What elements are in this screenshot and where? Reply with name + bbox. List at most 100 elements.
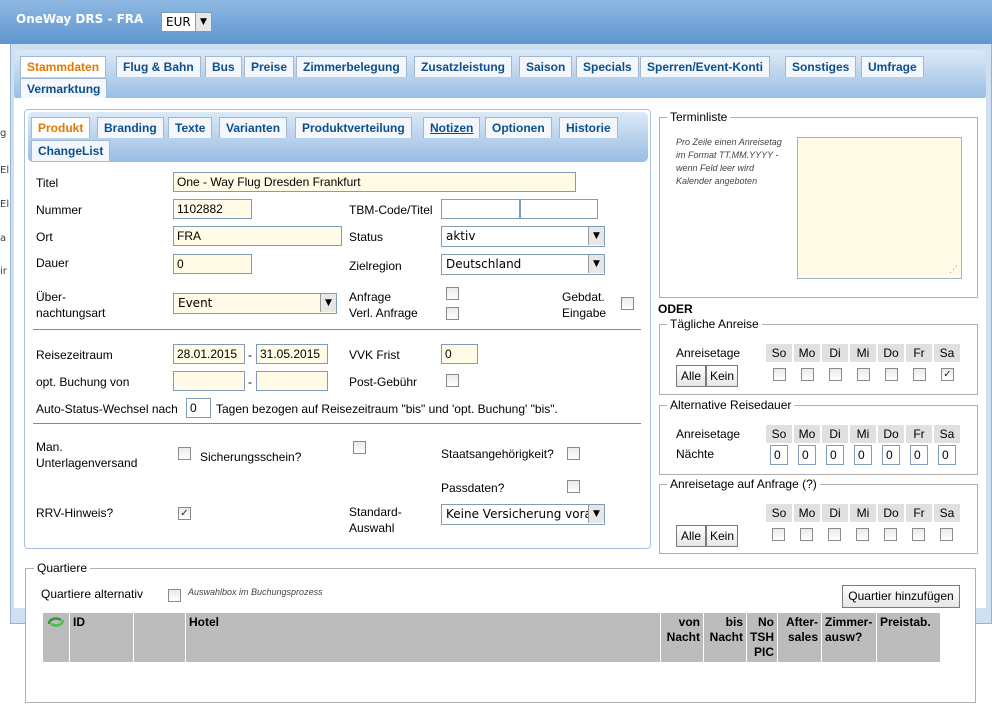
naechte-input-mo[interactable]: 0	[798, 445, 816, 465]
tab-zimmerbelegung[interactable]: Zimmerbelegung	[296, 56, 407, 77]
subtab-varianten[interactable]: Varianten	[219, 117, 288, 138]
uebernachtungsart-select[interactable]: Event ▼	[173, 293, 337, 314]
anfrage-checkbox-do[interactable]	[884, 528, 897, 541]
day-header-di: Di	[822, 504, 848, 522]
tab-flug-bahn[interactable]: Flug & Bahn	[116, 56, 201, 77]
opt-buchung-from-input[interactable]	[173, 371, 245, 391]
terminliste-hint: Pro Zeile einen Anreisetag im Format TT.…	[676, 137, 782, 186]
naechte-input-mi[interactable]: 0	[854, 445, 872, 465]
tab-vermarktung[interactable]: Vermarktung	[20, 78, 108, 99]
standard-auswahl-select[interactable]: Keine Versicherung vorau ▼	[441, 504, 605, 525]
anfrage-checkbox[interactable]	[446, 287, 459, 300]
subtab-optionen[interactable]: Optionen	[485, 117, 552, 138]
app-title: OneWay DRS - FRA	[16, 12, 144, 26]
day-header-sa: Sa	[934, 344, 960, 362]
currency-select[interactable]: EUR ▼	[161, 12, 212, 32]
status-select[interactable]: aktiv ▼	[441, 226, 605, 247]
gebdat-checkbox[interactable]	[621, 297, 634, 310]
tbm-code-input[interactable]	[441, 199, 520, 219]
anfrage-checkbox-mo[interactable]	[800, 528, 813, 541]
subtab-notizen[interactable]: Notizen	[423, 117, 481, 138]
subtab-branding[interactable]: Branding	[97, 117, 164, 138]
taeglich-checkbox-so[interactable]	[773, 368, 786, 381]
alle-button[interactable]: Alle	[676, 525, 706, 547]
tab-zusatzleistung[interactable]: Zusatzleistung	[414, 56, 513, 77]
reisezeitraum-to-input[interactable]: 31.05.2015	[256, 344, 328, 364]
quartier-hinzufuegen-button[interactable]: Quartier hinzufügen	[842, 585, 960, 608]
chevron-down-icon: ▼	[588, 505, 604, 523]
anfrage-checkbox-di[interactable]	[828, 528, 841, 541]
taeglich-checkbox-fr[interactable]	[913, 368, 926, 381]
tab-stammdaten[interactable]: Stammdaten	[20, 56, 107, 77]
edge-fragment: g	[0, 128, 7, 139]
tbm-titel-input[interactable]	[520, 199, 598, 219]
app-header: OneWay DRS - FRA EUR ▼	[0, 0, 992, 44]
taeglich-checkbox-mi[interactable]	[857, 368, 870, 381]
column-header-blank	[134, 613, 185, 662]
naechte-input-di[interactable]: 0	[826, 445, 844, 465]
naechte-input-so[interactable]: 0	[770, 445, 788, 465]
taeglich-checkbox-mo[interactable]	[801, 368, 814, 381]
man-unterlagen-label-1: Man.	[36, 440, 63, 454]
auto-status-input[interactable]: 0	[186, 398, 211, 418]
subtab-texte[interactable]: Texte	[168, 117, 213, 138]
ort-input[interactable]: FRA	[173, 226, 342, 246]
dauer-input[interactable]: 0	[173, 254, 252, 274]
kein-button[interactable]: Kein	[706, 365, 738, 387]
naechte-input-fr[interactable]: 0	[910, 445, 928, 465]
day-header-so: So	[766, 344, 792, 362]
sicherungsschein-checkbox[interactable]	[353, 441, 366, 454]
subtab-produkt[interactable]: Produkt	[31, 117, 91, 138]
anfrage-checkbox-so[interactable]	[772, 528, 785, 541]
refresh-column[interactable]	[43, 613, 69, 662]
naechte-input-sa[interactable]: 0	[938, 445, 956, 465]
anfrage-checkbox-sa[interactable]	[940, 528, 953, 541]
taeglich-checkbox-do[interactable]	[885, 368, 898, 381]
zielregion-select[interactable]: Deutschland ▼	[441, 254, 605, 275]
tab-sonstiges[interactable]: Sonstiges	[785, 56, 857, 77]
vvk-label: VVK Frist	[349, 348, 400, 362]
auswahlbox-hint: Auswahlbox im Buchungsprozess	[188, 587, 323, 597]
tab-sperren-event-konti[interactable]: Sperren/Event-Konti	[640, 56, 771, 77]
subtab-produktverteilung[interactable]: Produktverteilung	[295, 117, 412, 138]
opt-buchung-to-input[interactable]	[256, 371, 328, 391]
staatsangehoerigkeit-checkbox[interactable]	[567, 447, 580, 460]
anfrage-label: Anfrage	[349, 290, 392, 304]
resize-handle-icon[interactable]: ⋰	[949, 265, 958, 275]
taeglich-checkbox-di[interactable]	[829, 368, 842, 381]
quartiere-alternativ-checkbox[interactable]	[168, 589, 181, 602]
rrv-checkbox[interactable]: ✓	[178, 507, 191, 520]
terminliste-legend: Terminliste	[667, 110, 731, 124]
subtab-changelist[interactable]: ChangeList	[31, 140, 111, 161]
day-header-fr: Fr	[906, 344, 932, 362]
verl-anfrage-checkbox[interactable]	[446, 307, 459, 320]
tab-preise[interactable]: Preise	[244, 56, 295, 77]
tab-specials[interactable]: Specials	[576, 56, 639, 77]
kein-button[interactable]: Kein	[706, 525, 738, 547]
gebdat-label-1: Gebdat.	[562, 290, 605, 304]
anfrage-checkbox-fr[interactable]	[912, 528, 925, 541]
passdaten-label: Passdaten?	[441, 481, 505, 495]
titel-input[interactable]: One - Way Flug Dresden Frankfurt	[173, 172, 576, 192]
subtab-historie[interactable]: Historie	[559, 117, 618, 138]
passdaten-checkbox[interactable]	[567, 480, 580, 493]
tab-umfrage[interactable]: Umfrage	[861, 56, 924, 77]
uebernachtung-label-1: Über-	[36, 290, 67, 304]
reisezeitraum-from-input[interactable]: 28.01.2015	[173, 344, 245, 364]
reisezeitraum-label: Reisezeitraum	[36, 348, 113, 362]
tab-bus[interactable]: Bus	[205, 56, 242, 77]
naechte-input-do[interactable]: 0	[882, 445, 900, 465]
anfrage-checkbox-mi[interactable]	[856, 528, 869, 541]
auto-status-label: Auto-Status-Wechsel nach	[36, 402, 178, 416]
tab-saison[interactable]: Saison	[519, 56, 573, 77]
currency-value: EUR	[166, 15, 191, 29]
post-gebuehr-checkbox[interactable]	[446, 374, 459, 387]
alle-button[interactable]: Alle	[676, 365, 706, 387]
refresh-icon[interactable]	[46, 615, 66, 629]
divider	[33, 423, 641, 424]
terminliste-textarea[interactable]	[797, 137, 962, 279]
man-unterlagen-checkbox[interactable]	[178, 447, 191, 460]
vvk-input[interactable]: 0	[441, 344, 478, 364]
nummer-input[interactable]: 1102882	[173, 199, 252, 219]
taeglich-checkbox-sa[interactable]: ✓	[941, 368, 954, 381]
